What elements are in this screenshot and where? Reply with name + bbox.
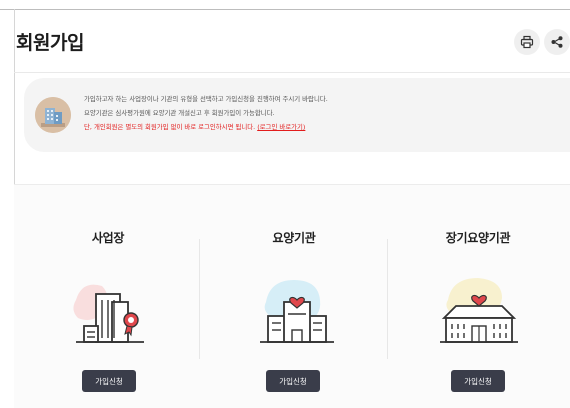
clinic-heart-icon	[260, 280, 334, 343]
join-button-business[interactable]: 가입신청	[82, 370, 136, 392]
option-title-long-term-care: 장기요양기관	[445, 231, 511, 245]
title-divider	[14, 72, 570, 73]
notice-line-1: 가입하고자 하는 사업장이나 기관의 유형을 선택하고 가입신청을 진행하여 주…	[84, 95, 328, 103]
login-shortcut-link[interactable]: (로그인 바로가기)	[257, 123, 305, 131]
notice-box: 가입하고자 하는 사업장이나 기관의 유형을 선택하고 가입신청을 진행하여 주…	[24, 78, 570, 152]
option-title-care-institution: 요양기관	[272, 231, 316, 245]
frame-top-border	[0, 9, 570, 10]
care-facility-heart-icon	[440, 278, 518, 343]
join-button-long-term-care[interactable]: 가입신청	[451, 370, 505, 392]
page-title: 회원가입	[16, 32, 84, 54]
column-divider	[199, 239, 200, 359]
column-divider	[387, 239, 388, 359]
share-button[interactable]	[544, 29, 570, 55]
office-building-award-icon	[73, 284, 144, 343]
print-button[interactable]	[514, 29, 540, 55]
notice-warning-text: 단, 개인회원은 별도의 회원가입 없이 바로 로그인하시면 됩니다.	[84, 123, 258, 131]
join-button-care-institution[interactable]: 가입신청	[266, 370, 320, 392]
notice-line-3: 단, 개인회원은 별도의 회원가입 없이 바로 로그인하시면 됩니다. (로그인…	[84, 123, 305, 132]
share-icon	[551, 36, 563, 48]
building-icon	[35, 97, 71, 133]
printer-icon	[520, 35, 534, 49]
notice-line-2: 요양기관은 심사평가원에 요양기관 개설신고 후 회원가입이 가능합니다.	[84, 109, 275, 117]
option-title-business: 사업장	[91, 231, 125, 245]
